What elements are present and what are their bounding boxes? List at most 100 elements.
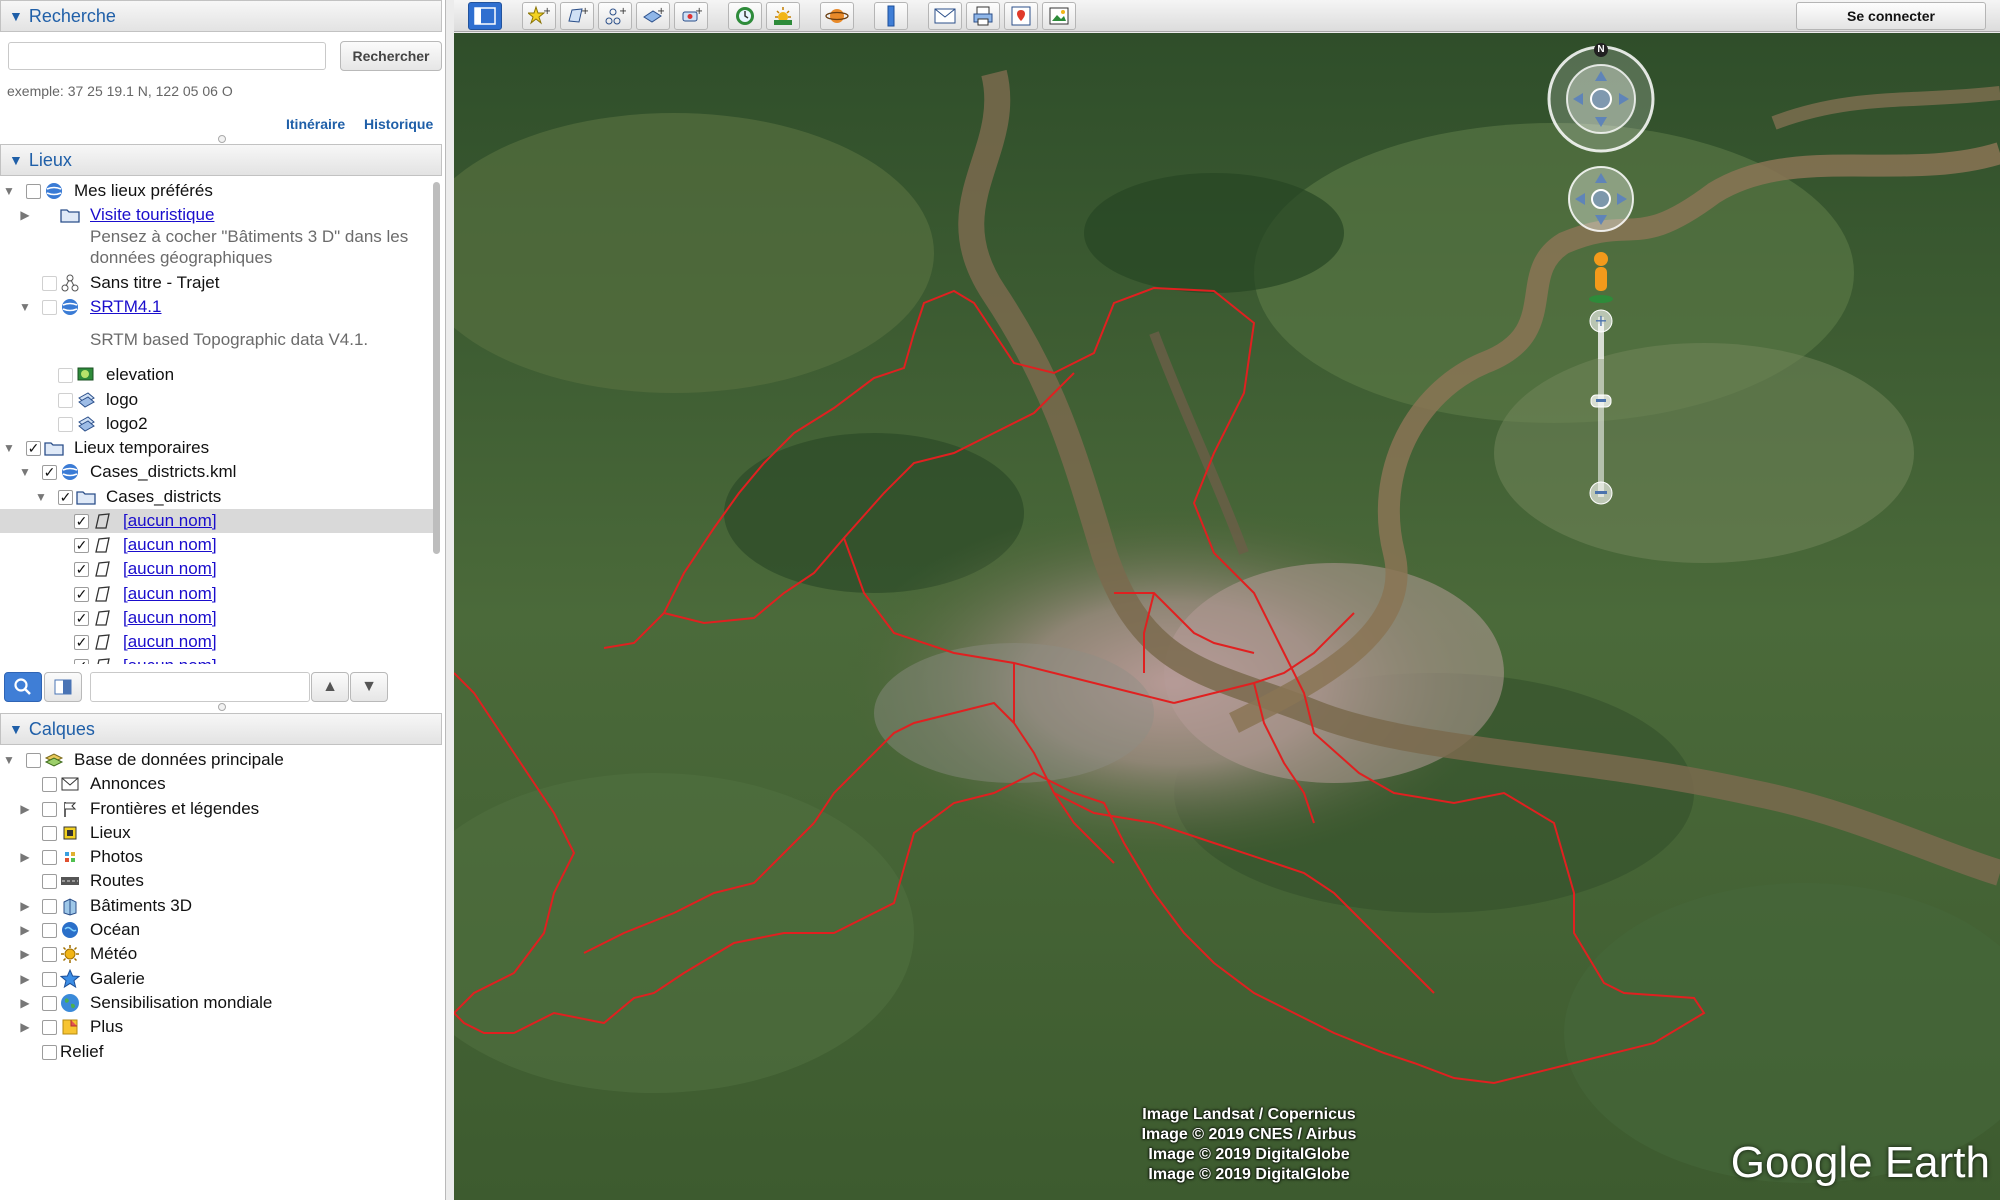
checkbox[interactable] — [42, 995, 57, 1011]
split-view-button[interactable] — [44, 672, 82, 702]
expand-triangle-icon[interactable]: ▼ — [34, 490, 48, 504]
ruler-button[interactable] — [874, 2, 908, 30]
checkbox[interactable] — [42, 971, 57, 987]
layer-item-weather[interactable]: ▶ Météo — [0, 942, 438, 966]
checkbox[interactable] — [42, 275, 57, 291]
compass-ring[interactable] — [1547, 45, 1655, 153]
email-button[interactable] — [928, 2, 962, 30]
expand-triangle-icon[interactable]: ▶ — [18, 1020, 32, 1034]
tree-item-logo[interactable]: logo — [0, 388, 438, 412]
tree-item-districts-folder[interactable]: ▼ ✓ Cases_districts — [0, 485, 438, 509]
polygon-link[interactable]: [aucun nom] — [123, 584, 217, 604]
polygon-link[interactable]: [aucun nom] — [123, 511, 217, 531]
add-placemark-button[interactable]: + — [522, 2, 556, 30]
checkbox[interactable] — [58, 392, 73, 408]
polygon-row[interactable]: ✓ [aucun nom] — [0, 582, 438, 606]
sunlight-button[interactable] — [766, 2, 800, 30]
polygon-link[interactable]: [aucun nom] — [123, 656, 217, 664]
tree-item-sightseeing[interactable]: ▶ Visite touristique — [0, 203, 438, 227]
expand-triangle-icon[interactable]: ▶ — [18, 802, 32, 816]
expand-triangle-icon[interactable]: ▼ — [2, 753, 16, 767]
tree-item-elevation[interactable]: elevation — [0, 363, 438, 387]
checkbox[interactable]: ✓ — [26, 440, 41, 456]
polygon-row[interactable]: ✓ [aucun nom] — [0, 533, 438, 557]
polygon-row[interactable]: ✓ [aucun nom] — [0, 606, 438, 630]
checkbox[interactable] — [42, 1044, 57, 1060]
checkbox[interactable]: ✓ — [74, 513, 89, 529]
sidebar-toggle-button[interactable] — [468, 2, 502, 30]
checkbox[interactable]: ✓ — [74, 634, 89, 650]
resize-handle[interactable] — [218, 135, 226, 143]
tree-item-kml-file[interactable]: ▼ ✓ Cases_districts.kml — [0, 460, 438, 484]
search-input[interactable] — [8, 42, 326, 70]
checkbox[interactable]: ✓ — [74, 658, 89, 664]
layer-item-ads[interactable]: Annonces — [0, 772, 438, 796]
search-button[interactable]: Rechercher — [340, 41, 442, 71]
tree-item-my-places[interactable]: ▼ Mes lieux préférés — [0, 179, 438, 203]
add-polygon-button[interactable]: + — [560, 2, 594, 30]
expand-triangle-icon[interactable]: ▼ — [2, 184, 16, 198]
layer-item-more[interactable]: ▶ Plus — [0, 1015, 438, 1039]
filter-places-input[interactable] — [90, 672, 310, 702]
look-joystick[interactable] — [1568, 166, 1634, 232]
checkbox[interactable]: ✓ — [74, 537, 89, 553]
expand-triangle-icon[interactable]: ▶ — [18, 850, 32, 864]
checkbox[interactable] — [58, 416, 73, 432]
checkbox[interactable]: ✓ — [42, 464, 57, 480]
expand-triangle-icon[interactable]: ▶ — [18, 996, 32, 1010]
expand-triangle-icon[interactable]: ▶ — [18, 899, 32, 913]
tree-item-srtm[interactable]: ▼ SRTM4.1 — [0, 295, 438, 319]
record-tour-button[interactable]: + — [674, 2, 708, 30]
checkbox[interactable] — [26, 183, 41, 199]
checkbox[interactable]: ✓ — [74, 561, 89, 577]
sign-in-button[interactable]: Se connecter — [1796, 2, 1986, 30]
layer-item-global-awareness[interactable]: ▶ Sensibilisation mondiale — [0, 991, 438, 1015]
expand-triangle-icon[interactable]: ▼ — [2, 441, 16, 455]
checkbox[interactable] — [42, 873, 57, 889]
places-panel-header[interactable]: ▼ Lieux — [0, 144, 442, 176]
tree-item-link[interactable]: Visite touristique — [90, 205, 214, 225]
checkbox[interactable] — [42, 299, 57, 315]
layer-item-photos[interactable]: ▶ Photos — [0, 845, 438, 869]
history-link[interactable]: Historique — [364, 116, 433, 132]
checkbox[interactable] — [42, 898, 57, 914]
polygon-link[interactable]: [aucun nom] — [123, 559, 217, 579]
checkbox[interactable] — [42, 776, 57, 792]
layer-item-primary-database[interactable]: ▼ Base de données principale — [0, 748, 438, 772]
add-path-button[interactable]: + — [598, 2, 632, 30]
checkbox[interactable]: ✓ — [58, 489, 73, 505]
checkbox[interactable] — [26, 752, 41, 768]
move-up-button[interactable]: ▲ — [311, 672, 349, 702]
expand-triangle-icon[interactable]: ▶ — [18, 972, 32, 986]
map-viewport[interactable]: + N Image Landsat / Copernicus Image © 2… — [454, 33, 2000, 1200]
checkbox[interactable] — [42, 849, 57, 865]
historical-imagery-button[interactable] — [728, 2, 762, 30]
checkbox[interactable] — [42, 946, 57, 962]
expand-triangle-icon[interactable]: ▼ — [18, 300, 32, 314]
layer-item-places[interactable]: Lieux — [0, 821, 438, 845]
resize-handle[interactable] — [218, 703, 226, 711]
checkbox[interactable]: ✓ — [74, 586, 89, 602]
checkbox[interactable]: ✓ — [74, 610, 89, 626]
search-places-button[interactable] — [4, 672, 42, 702]
layer-item-ocean[interactable]: ▶ Océan — [0, 918, 438, 942]
tree-item-link[interactable]: SRTM4.1 — [90, 297, 162, 317]
polygon-row[interactable]: ✓ [aucun nom] — [0, 509, 438, 533]
layer-item-roads[interactable]: Routes — [0, 869, 438, 893]
tree-item-temporary-places[interactable]: ▼ ✓ Lieux temporaires — [0, 436, 438, 460]
collapse-triangle-icon[interactable]: ▼ — [9, 8, 23, 24]
tree-item-logo2[interactable]: logo2 — [0, 412, 438, 436]
zoom-slider-track[interactable]: + — [1586, 309, 1616, 514]
street-view-pegman-icon[interactable] — [1589, 252, 1613, 303]
add-image-overlay-button[interactable]: + — [636, 2, 670, 30]
save-image-button[interactable] — [1042, 2, 1076, 30]
layer-item-3d-buildings[interactable]: ▶ Bâtiments 3D — [0, 894, 438, 918]
print-button[interactable] — [966, 2, 1000, 30]
checkbox[interactable] — [58, 367, 73, 383]
planets-button[interactable] — [820, 2, 854, 30]
itinerary-link[interactable]: Itinéraire — [286, 116, 345, 132]
view-in-google-maps-button[interactable] — [1004, 2, 1038, 30]
polygon-row[interactable]: ✓ [aucun nom] — [0, 630, 438, 654]
expand-triangle-icon[interactable]: ▶ — [18, 947, 32, 961]
tree-item-untitled-path[interactable]: Sans titre - Trajet — [0, 271, 438, 295]
